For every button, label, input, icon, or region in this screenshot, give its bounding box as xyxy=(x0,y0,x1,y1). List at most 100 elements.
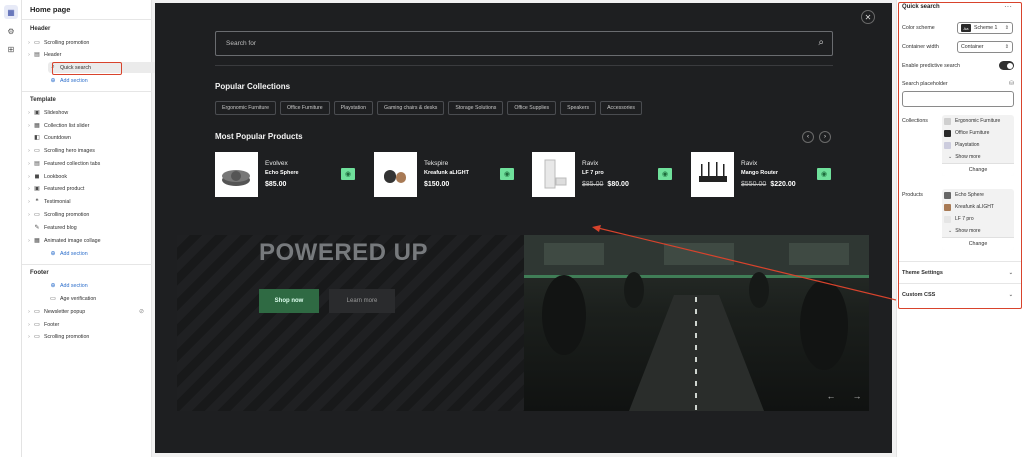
apps-icon[interactable]: ⊞ xyxy=(4,42,18,56)
collection-chip[interactable]: Speakers xyxy=(560,101,597,115)
theme-settings-accordion[interactable]: Theme Settings ⌄ xyxy=(899,261,1021,283)
collection-chips: Ergonomic Furniture Office Furniture Pla… xyxy=(215,101,643,115)
chevron-right-icon[interactable]: › xyxy=(26,148,32,154)
chevron-right-icon[interactable]: › xyxy=(26,40,32,46)
theme-settings-icon[interactable]: ⚙ xyxy=(4,24,18,38)
add-section-button[interactable]: ⊕ Add section xyxy=(48,280,170,291)
add-section-button[interactable]: ⊕ Add section xyxy=(48,75,170,86)
section-item[interactable]: › ▣ Featured product xyxy=(26,183,148,194)
add-section-button[interactable]: ⊕ Add section xyxy=(48,248,170,259)
chevron-right-icon[interactable]: › xyxy=(26,212,32,218)
product-thumb-icon xyxy=(944,203,951,211)
chevron-right-icon[interactable]: › xyxy=(26,238,32,244)
show-more-toggle[interactable]: ⌄ Show more xyxy=(942,151,1014,163)
section-item[interactable]: › ▤ Header xyxy=(26,49,148,60)
quick-view-eye-icon[interactable]: ◉ xyxy=(817,168,831,180)
hero-shop-now-button[interactable]: Shop now xyxy=(259,289,319,313)
hero-learn-more-button[interactable]: Learn more xyxy=(329,289,395,313)
predictive-search-toggle[interactable] xyxy=(999,61,1014,70)
product-image[interactable] xyxy=(691,152,734,197)
product-card[interactable]: Ravix LF 7 pro $85.00 $80.00 ◉ xyxy=(532,152,682,197)
dynamic-source-icon[interactable]: ⛁ xyxy=(1009,80,1014,87)
section-item[interactable]: › ▭ Scrolling promotion xyxy=(26,37,148,48)
product-image[interactable] xyxy=(215,152,258,197)
container-width-select[interactable]: Container ⇕ xyxy=(957,41,1013,53)
product-price: $150.00 xyxy=(424,181,450,188)
storefront-preview: ✕ Search for ⌕ Popular Collections Ergon… xyxy=(155,3,892,453)
eye-hidden-icon[interactable]: ⊘ xyxy=(139,308,144,315)
product-image[interactable] xyxy=(374,152,417,197)
collection-chip[interactable]: Accessories xyxy=(600,101,643,115)
predictive-search-label: Enable predictive search xyxy=(902,63,961,69)
section-item[interactable]: › ▭ Scrolling promotion xyxy=(26,331,148,342)
collection-chip[interactable]: Gaming chairs & desks xyxy=(377,101,445,115)
search-placeholder-input[interactable] xyxy=(902,91,1014,107)
section-item[interactable]: › ▭ Scrolling promotion xyxy=(26,209,148,220)
section-item[interactable]: ✎ Featured blog xyxy=(26,222,148,233)
more-options-icon[interactable]: ··· xyxy=(1004,2,1012,11)
custom-css-accordion[interactable]: Custom CSS ⌄ xyxy=(899,283,1021,305)
chevron-right-icon[interactable]: › xyxy=(26,334,32,340)
product-image[interactable] xyxy=(532,152,575,197)
chevron-right-icon[interactable]: › xyxy=(26,161,32,167)
chevron-right-icon[interactable]: › xyxy=(26,174,32,180)
images-icon: ▭ xyxy=(34,148,40,154)
section-item[interactable]: › ▣ Slideshow xyxy=(26,107,148,118)
chevron-right-icon[interactable]: › xyxy=(26,186,32,192)
section-item[interactable]: ◧ Countdown xyxy=(26,132,148,143)
color-scheme-label: Color scheme xyxy=(902,25,935,31)
list-item: Ergonomic Furniture xyxy=(942,115,1014,127)
change-collections-button[interactable]: Change xyxy=(942,163,1014,176)
settings-title: Quick search xyxy=(902,4,940,10)
change-products-button[interactable]: Change xyxy=(942,237,1014,250)
product-card[interactable]: Tekspire Kreafunk aLIGHT $150.00 ◉ xyxy=(374,152,524,197)
quick-view-eye-icon[interactable]: ◉ xyxy=(500,168,514,180)
product-thumb-icon xyxy=(944,215,951,223)
collection-chip[interactable]: Storage Solutions xyxy=(448,101,504,115)
section-item[interactable]: › ❝ Testimonial xyxy=(26,196,148,207)
hero-image xyxy=(524,235,869,411)
chevron-right-icon[interactable]: › xyxy=(26,123,32,129)
quick-search-input[interactable]: Search for ⌕ xyxy=(215,31,833,56)
product-name[interactable]: Mango Router xyxy=(741,170,778,176)
section-item[interactable]: › ▦ Collection list slider xyxy=(26,120,148,131)
next-arrow-icon[interactable]: › xyxy=(819,131,831,143)
section-item[interactable]: › ◼ Lookbook xyxy=(26,171,148,182)
section-item[interactable]: ▭Age verification⊘ xyxy=(48,293,170,304)
marquee-icon: ▭ xyxy=(34,212,40,218)
search-icon[interactable]: ⌕ xyxy=(818,37,824,48)
product-card[interactable]: Evolvex Echo Sphere $85.00 ◉ xyxy=(215,152,365,197)
chevron-right-icon[interactable]: › xyxy=(26,309,32,315)
section-item[interactable]: › ▭ Newsletter popup ⊘ xyxy=(26,306,148,317)
collection-chip[interactable]: Office Supplies xyxy=(507,101,557,115)
product-card[interactable]: Ravix Mango Router $550.00 $220.00 ◉ xyxy=(691,152,841,197)
chevron-right-icon[interactable]: › xyxy=(26,110,32,116)
show-more-toggle[interactable]: ⌄ Show more xyxy=(942,225,1014,237)
chevron-updown-icon: ⇕ xyxy=(1004,44,1009,50)
section-item[interactable]: › ▤ Featured collection tabs xyxy=(26,158,148,169)
collection-chip[interactable]: Office Furniture xyxy=(280,101,330,115)
list-item: Kreafunk aLIGHT xyxy=(942,201,1014,213)
product-brand: Ravix xyxy=(582,160,599,167)
selection-highlight xyxy=(52,62,122,75)
collection-chip[interactable]: Playstation xyxy=(333,101,374,115)
product-name[interactable]: Kreafunk aLIGHT xyxy=(424,170,469,176)
section-item[interactable]: › ▭ Scrolling hero images xyxy=(26,145,148,156)
chevron-right-icon[interactable]: › xyxy=(26,322,32,328)
sections-icon[interactable]: ▦ xyxy=(4,5,18,19)
arrow-right-icon[interactable]: → xyxy=(847,387,867,405)
close-icon[interactable]: ✕ xyxy=(861,10,875,24)
quick-view-eye-icon[interactable]: ◉ xyxy=(658,168,672,180)
product-name[interactable]: Echo Sphere xyxy=(265,170,299,176)
section-item[interactable]: › ▭ Footer xyxy=(26,319,148,330)
tabs-icon: ▤ xyxy=(34,161,40,167)
quick-view-eye-icon[interactable]: ◉ xyxy=(341,168,355,180)
chevron-right-icon[interactable]: › xyxy=(26,52,32,58)
product-name[interactable]: LF 7 pro xyxy=(582,170,604,176)
chevron-right-icon[interactable]: › xyxy=(26,199,32,205)
section-item[interactable]: › ▦ Animated image collage xyxy=(26,235,148,246)
collection-chip[interactable]: Ergonomic Furniture xyxy=(215,101,276,115)
color-scheme-select[interactable]: Aa Scheme 1 ⇕ xyxy=(957,22,1013,34)
arrow-left-icon[interactable]: ← xyxy=(821,387,841,405)
prev-arrow-icon[interactable]: ‹ xyxy=(802,131,814,143)
